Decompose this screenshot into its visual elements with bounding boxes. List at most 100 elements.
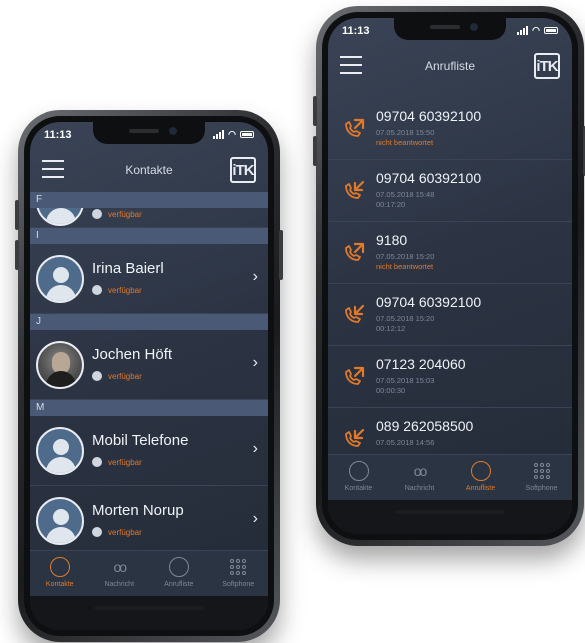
avatar-icon <box>36 427 84 475</box>
incoming-call-icon <box>342 426 366 450</box>
tab-label: Softphone <box>525 485 558 492</box>
status-bar: 11:13 ◠ <box>30 122 268 148</box>
tab-label: Nachricht <box>104 581 135 588</box>
contact-name: Morten Norup <box>92 502 184 519</box>
tab-bar: Kontakte oo Nachricht Anrufliste Softphone <box>30 550 268 596</box>
contacts-screen: 11:13 ◠ Kontakte iTK Fverfügbar I Irina Ba… <box>30 122 268 630</box>
call-list: 09704 60392100 07.05.2018 15:50 nicht bean… <box>328 98 572 454</box>
missed-label: nicht beantwortet <box>376 138 434 147</box>
home-indicator[interactable] <box>395 510 505 514</box>
call-number: 09704 60392100 <box>376 294 482 310</box>
tab-label: Kontakte <box>344 485 373 492</box>
call-date: 07.05.2018 15:50 <box>376 128 435 137</box>
outgoing-call-icon <box>342 240 366 264</box>
top-bar: Kontakte iTK <box>30 150 268 192</box>
voicemail-icon: oo <box>413 463 428 479</box>
contact-status: verfügbar <box>92 371 142 381</box>
tab-kontakte[interactable]: Kontakte <box>328 455 389 500</box>
status-text: verfügbar <box>108 371 142 381</box>
call-date: 07.05.2018 15:20 <box>376 314 435 323</box>
chevron-right-icon[interactable]: › <box>253 268 258 286</box>
right-phone: 11:13 ◠ Anrufliste iTK 09704 60392100 07.… <box>313 6 585 546</box>
call-date: 07.05.2018 15:48 <box>376 190 435 199</box>
call-number: 09704 60392100 <box>376 170 482 186</box>
avatar-head <box>53 267 69 283</box>
call-row[interactable]: 09704 60392100 07.05.2018 15:20 00:12:12 <box>328 284 572 346</box>
contact-photo <box>36 341 84 389</box>
avatar-head <box>53 439 69 455</box>
signal-icon <box>213 130 225 139</box>
status-time: 11:13 <box>342 25 370 37</box>
contacts-icon <box>348 461 369 481</box>
call-duration: 00:12:12 <box>376 324 406 333</box>
tab-anrufliste[interactable]: Anrufliste <box>450 455 511 500</box>
avatar-body <box>46 457 76 473</box>
tab-kontakte[interactable]: Kontakte <box>30 551 90 596</box>
battery-icon <box>240 131 254 138</box>
call-duration: 00:00:30 <box>376 386 406 395</box>
logo: iTK <box>534 53 560 79</box>
avatar-body <box>46 527 76 543</box>
presence-dot <box>92 371 102 381</box>
status-time: 11:13 <box>44 129 72 141</box>
contact-row[interactable]: Mobil Telefone verfügbar › <box>30 416 268 486</box>
contact-name: Irina Baierl <box>92 260 164 277</box>
call-date: 07.05.2018 14:56 <box>376 438 435 447</box>
call-row[interactable]: 09704 60392100 07.05.2018 15:50 nicht bean… <box>328 98 572 160</box>
status-text: verfügbar <box>108 209 142 219</box>
missed-label: nicht beantwortet <box>376 262 434 271</box>
contact-row[interactable]: Jochen Höft verfügbar › <box>30 330 268 400</box>
contact-status: verfügbar <box>92 457 142 467</box>
chevron-right-icon[interactable]: › <box>253 440 258 458</box>
home-indicator[interactable] <box>94 606 204 610</box>
incoming-call-icon <box>342 302 366 326</box>
tab-nachricht[interactable]: oo Nachricht <box>90 551 150 596</box>
tab-nachricht[interactable]: oo Nachricht <box>389 455 450 500</box>
call-number: 9180 <box>376 232 408 248</box>
tab-softphone[interactable]: Softphone <box>209 551 269 596</box>
contact-row[interactable]: verfügbar <box>30 208 268 228</box>
chevron-right-icon[interactable]: › <box>253 510 258 528</box>
contact-name: Mobil Telefone <box>92 432 189 449</box>
call-number: 089 262058500 <box>376 418 474 434</box>
wifi-icon: ◠ <box>228 129 236 139</box>
call-number: 07123 204060 <box>376 356 466 372</box>
contact-status: verfügbar <box>92 209 142 219</box>
call-row[interactable]: 9180 07.05.2018 15:20 nicht beantwortet <box>328 222 572 284</box>
call-row[interactable]: 09704 60392100 07.05.2018 15:48 00:17:20 <box>328 160 572 222</box>
tab-label: Anrufliste <box>465 485 496 492</box>
call-row[interactable]: 07123 204060 07.05.2018 15:03 00:00:30 <box>328 346 572 408</box>
chevron-right-icon[interactable]: › <box>253 354 258 372</box>
avatar-icon <box>36 208 84 226</box>
contact-status: verfügbar <box>92 527 142 537</box>
outgoing-call-icon <box>342 116 366 140</box>
dialpad-icon <box>230 559 247 575</box>
avatar-icon <box>36 497 84 545</box>
contact-status: verfügbar <box>92 285 142 295</box>
contact-name: Jochen Höft <box>92 346 173 363</box>
tab-bar: Kontakte oo Nachricht Anrufliste Softphone <box>328 454 572 500</box>
contact-row[interactable]: Irina Baierl verfügbar › <box>30 244 268 314</box>
avatar-body <box>46 208 76 224</box>
status-text: verfügbar <box>108 285 142 295</box>
contacts-icon <box>49 557 70 577</box>
call-date: 07.05.2018 15:03 <box>376 376 435 385</box>
calllog-screen: 11:13 ◠ Anrufliste iTK 09704 60392100 07.… <box>328 18 572 534</box>
call-row[interactable]: 089 262058500 07.05.2018 14:56 <box>328 408 572 454</box>
avatar-body <box>46 371 76 387</box>
tab-anrufliste[interactable]: Anrufliste <box>149 551 209 596</box>
presence-dot <box>92 527 102 537</box>
contact-list: Fverfügbar I Irina Baierl verfügbar › J Jochen… <box>30 192 268 550</box>
avatar-head <box>53 509 69 525</box>
contact-row[interactable]: Morten Norup verfügbar › <box>30 486 268 550</box>
wifi-icon: ◠ <box>532 25 540 35</box>
logo: iTK <box>230 157 256 183</box>
incoming-call-icon <box>342 178 366 202</box>
avatar-icon <box>36 255 84 303</box>
presence-dot <box>92 457 102 467</box>
section-header: J <box>30 314 268 330</box>
signal-icon <box>517 26 529 35</box>
tab-softphone[interactable]: Softphone <box>511 455 572 500</box>
home-area <box>328 500 572 534</box>
status-bar: 11:13 ◠ <box>328 18 572 44</box>
